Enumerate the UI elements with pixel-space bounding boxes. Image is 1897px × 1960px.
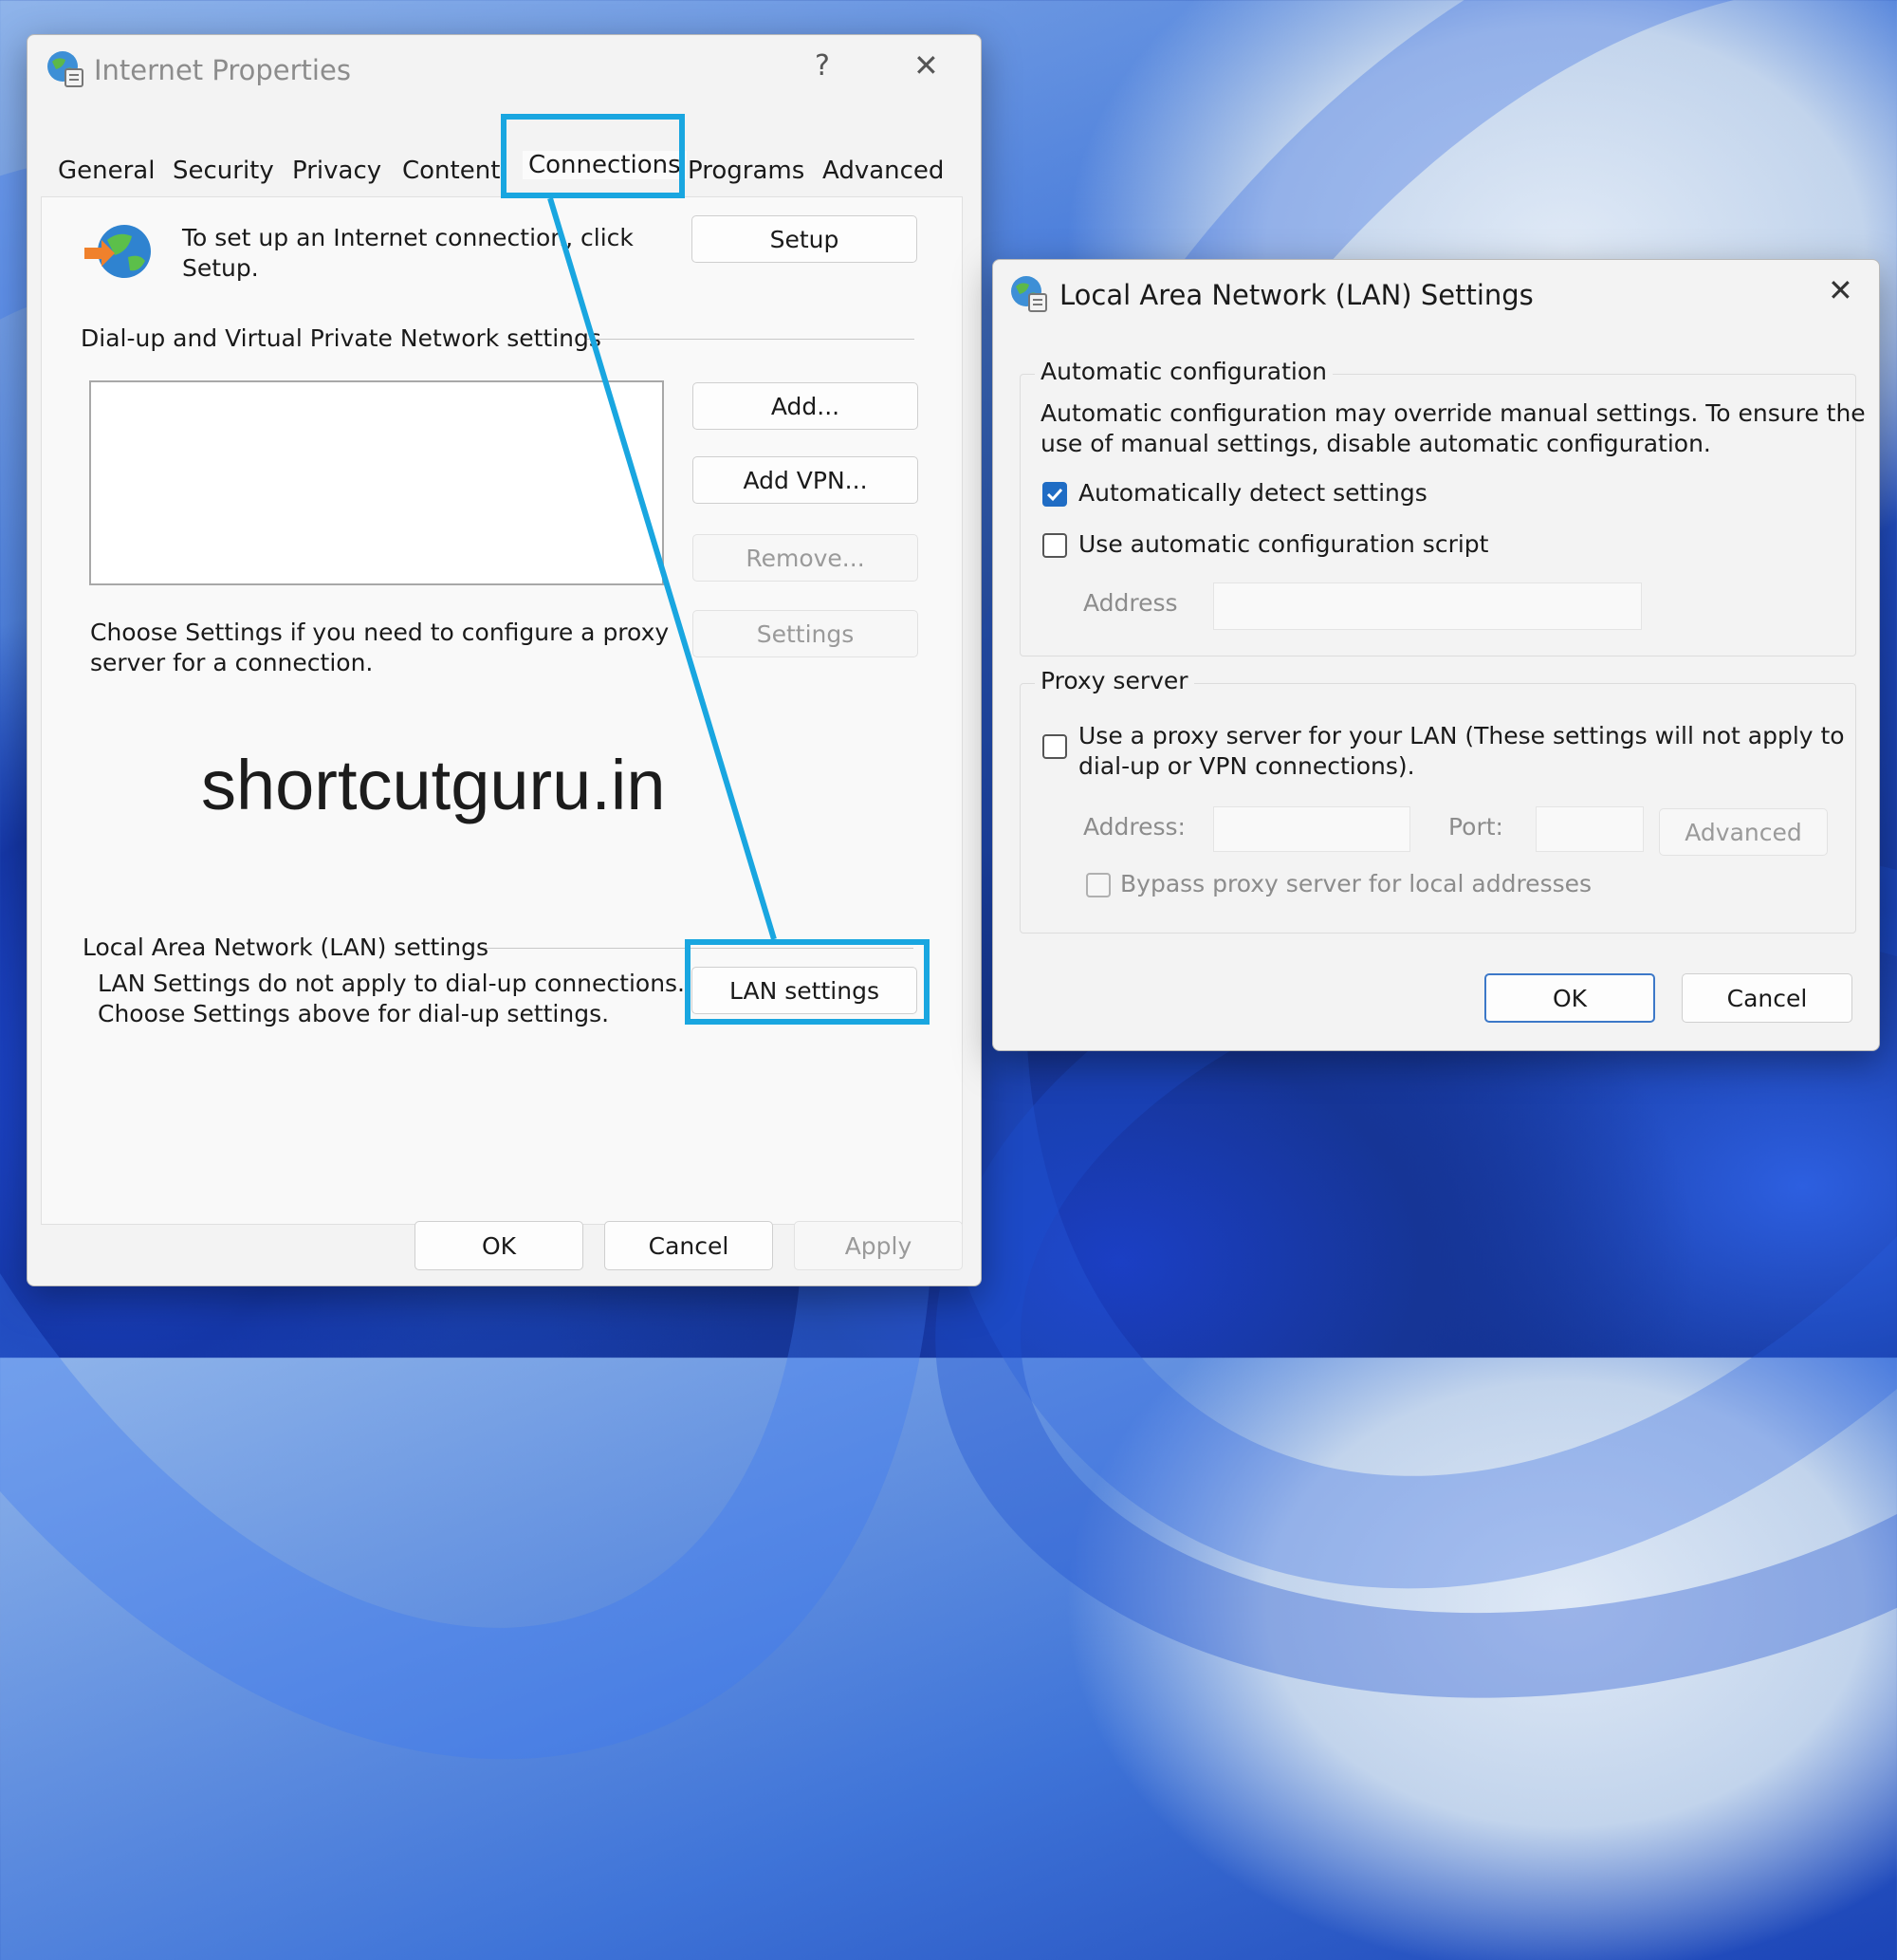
annotation-connector-line <box>547 197 777 940</box>
